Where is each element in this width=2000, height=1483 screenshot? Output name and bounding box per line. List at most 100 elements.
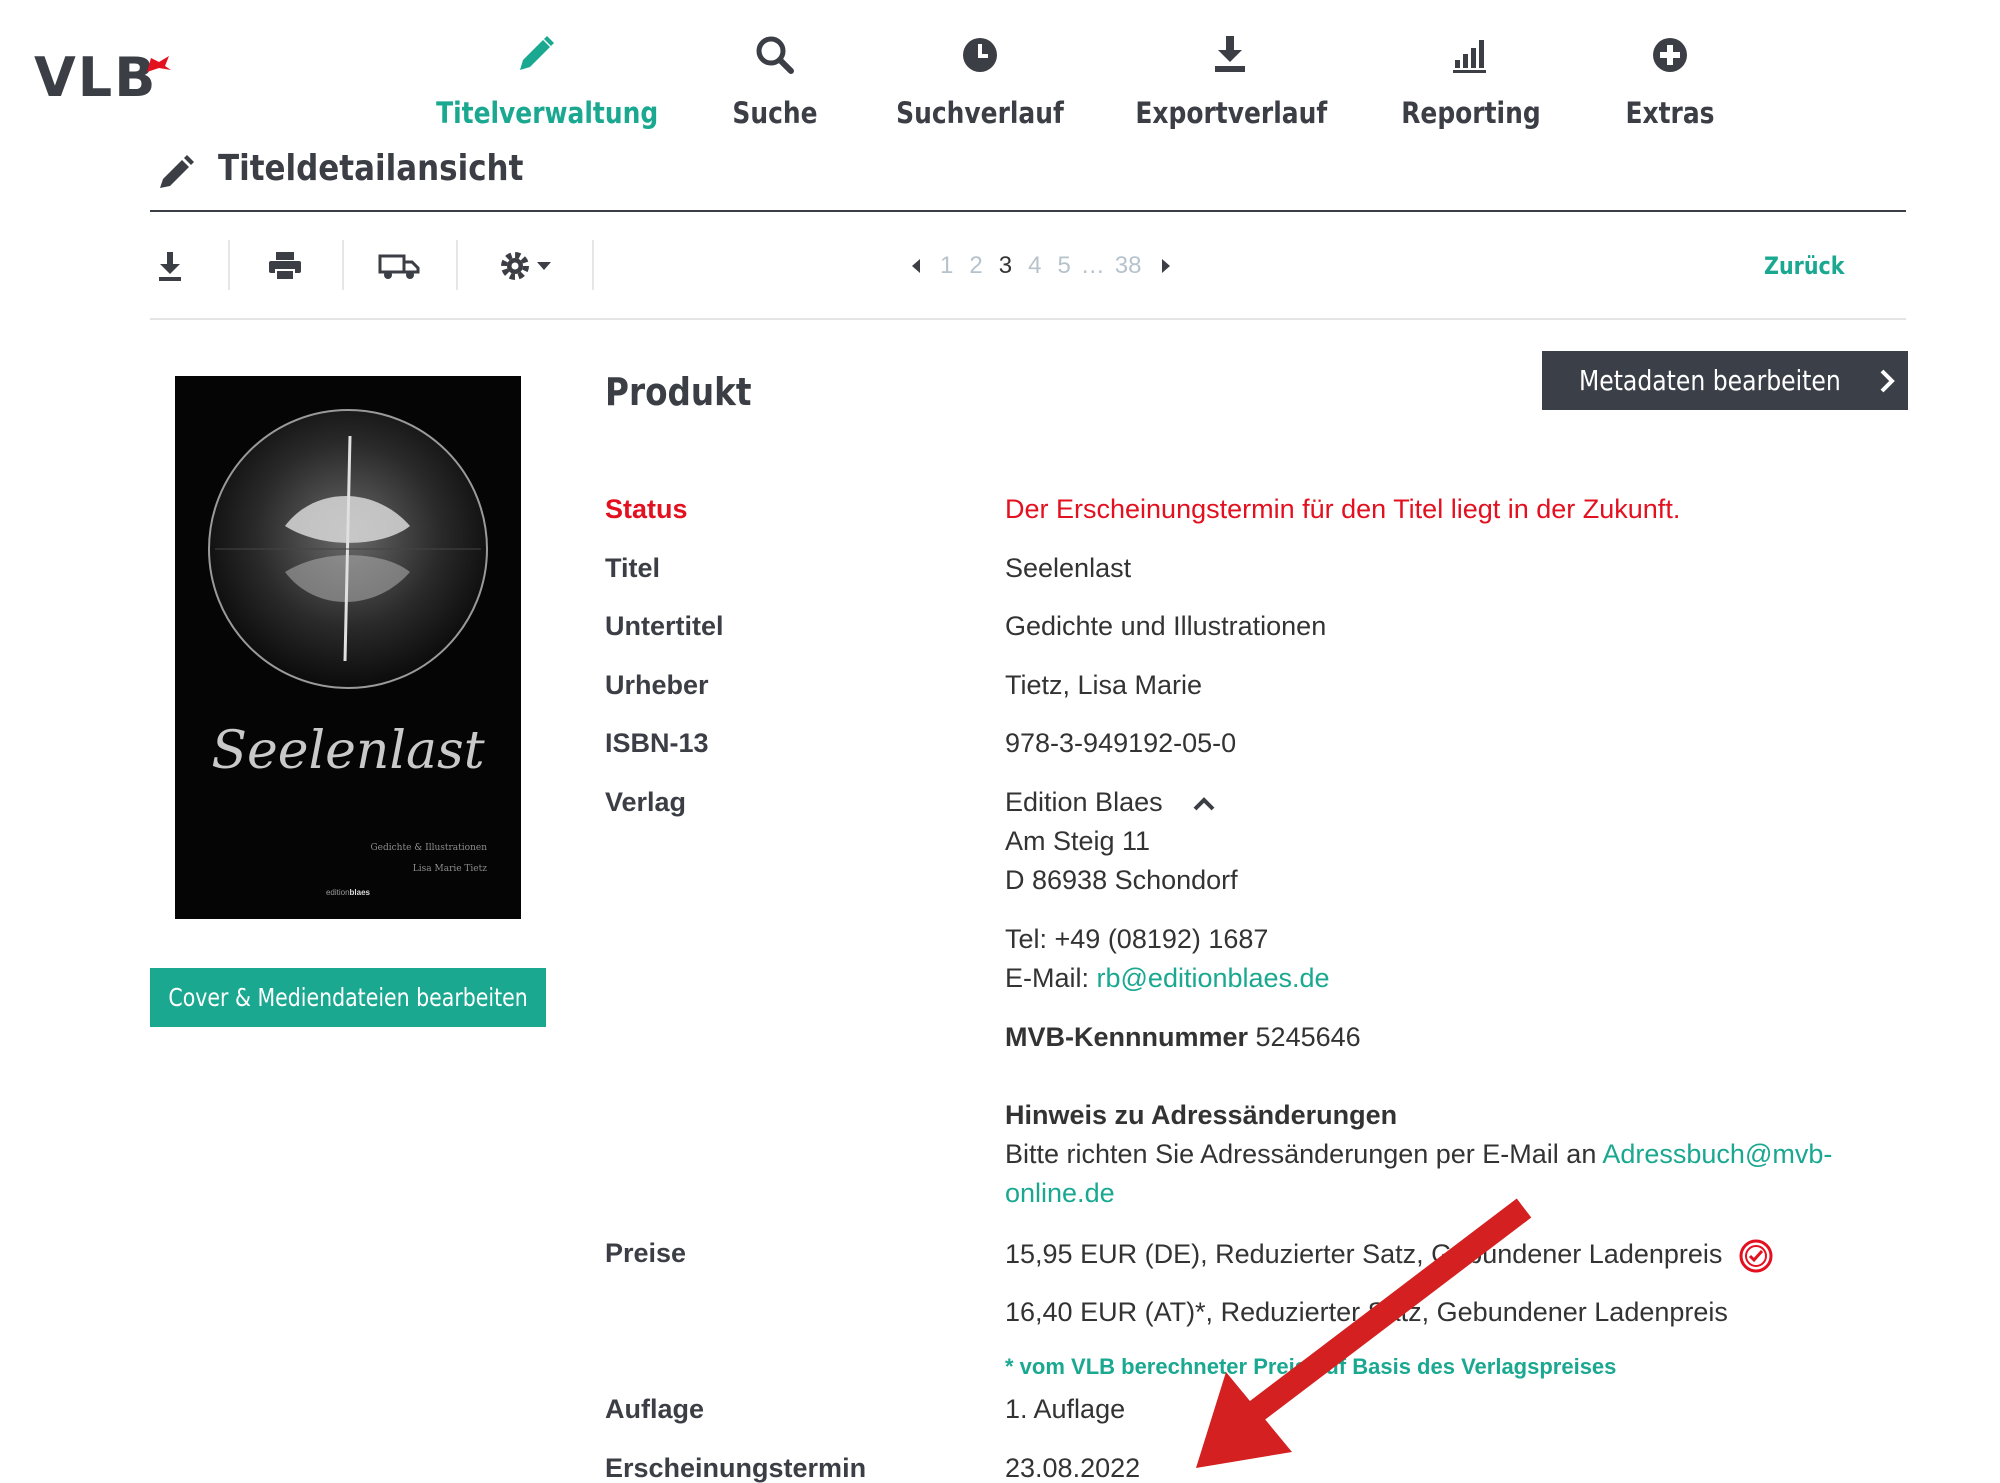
author-value: Tietz, Lisa Marie (1005, 670, 1203, 700)
download-tray-icon (1215, 36, 1245, 72)
product-heading: Produkt (605, 370, 752, 414)
chevron-up-icon[interactable] (1192, 796, 1216, 812)
hint-text-row: Bitte richten Sie Adressänderungen per E… (1005, 1139, 1832, 1170)
toolbar-separator (456, 240, 458, 290)
hint-email-link[interactable]: Adressbuch@mvb- (1602, 1139, 1832, 1169)
caret-left-icon (912, 259, 920, 273)
mvb-row: MVB-Kennnummer 5245646 (1005, 1022, 1361, 1053)
edition-label: Auflage (605, 1394, 705, 1424)
pencil-icon (520, 36, 554, 70)
cover-author: Lisa Marie Tietz (412, 864, 487, 874)
hint-title: Hinweis zu Adressänderungen (1005, 1100, 1398, 1130)
author-label: Urheber (605, 670, 709, 700)
vlb-logo[interactable]: VLB (34, 46, 157, 109)
mvb-label: MVB-Kennnummer (1005, 1022, 1249, 1052)
publisher-tel: Tel: +49 (08192) 1687 (1005, 924, 1269, 954)
caret-right-icon (1161, 259, 1170, 273)
title-label: Titel (605, 553, 661, 583)
chevron-right-icon (1880, 369, 1895, 392)
pagination: 1 2 3 4 5 … 38 (900, 248, 1182, 284)
publisher-city: D 86938 Schondorf (1005, 865, 1238, 895)
page-title: Titeldetailansicht (218, 148, 524, 189)
page-link[interactable]: 4 (1020, 252, 1049, 280)
nav-label: Reporting (1401, 96, 1541, 130)
price-at: 16,40 EUR (AT)*, Reduzierter Satz, Gebun… (1005, 1297, 1728, 1327)
next-page-button[interactable] (1150, 258, 1182, 274)
nav-label: Exportverlauf (1135, 96, 1328, 130)
hint-text: Bitte richten Sie Adressänderungen per E… (1005, 1139, 1603, 1169)
publisher-name-text: Edition Blaes (1005, 787, 1163, 817)
publisher-email-link[interactable]: rb@editionblaes.de (1097, 963, 1330, 993)
edit-metadata-label: Metadaten bearbeiten (1579, 364, 1841, 397)
back-link[interactable]: Zurück (1764, 252, 1845, 280)
nav-suche[interactable]: Suche (705, 30, 845, 130)
publisher-label: Verlag (605, 787, 687, 817)
nav-titelverwaltung[interactable]: Titelverwaltung (420, 30, 659, 130)
gear-icon (501, 252, 529, 280)
plus-circle-icon (1653, 38, 1687, 72)
nav-label: Suchverlauf (896, 96, 1064, 130)
nav-extras[interactable]: Extras (1610, 30, 1730, 130)
nav-label: Titelverwaltung (436, 96, 659, 130)
price-check-icon (1739, 1239, 1773, 1273)
prices-label: Preise (605, 1238, 687, 1268)
nav-label: Extras (1625, 96, 1715, 130)
printer-icon (269, 252, 301, 281)
delivery-button[interactable] (374, 238, 424, 294)
edit-cover-button[interactable]: Cover & Mediendateien bearbeiten (150, 968, 546, 1027)
toolbar-separator (592, 240, 594, 290)
release-label: Erscheinungstermin (605, 1453, 867, 1483)
edition-value: 1. Auflage (1005, 1394, 1126, 1424)
isbn-value: 978-3-949192-05-0 (1005, 728, 1237, 758)
page-link[interactable]: 38 (1107, 252, 1150, 280)
cover-publisher: editionblaes (175, 888, 521, 897)
page-link[interactable]: 5 (1049, 252, 1078, 280)
page-link[interactable]: 2 (961, 252, 990, 280)
nav-suchverlauf[interactable]: Suchverlauf (880, 30, 1080, 130)
download-icon (159, 252, 181, 281)
search-icon (756, 36, 794, 74)
prev-page-button[interactable] (900, 258, 932, 274)
bar-chart-icon (1453, 40, 1486, 73)
logo-flag-icon (147, 56, 171, 72)
nav-exportverlauf[interactable]: Exportverlauf (1120, 30, 1340, 130)
edit-metadata-button[interactable]: Metadaten bearbeiten (1542, 351, 1908, 410)
price-note: * vom VLB berechneter Preis auf Basis de… (1005, 1354, 1617, 1379)
cover-publisher-bold: blaes (349, 888, 371, 897)
cover-title: Seelenlast (211, 721, 485, 781)
status-label: Status (605, 494, 688, 524)
subtitle-value: Gedichte und Illustrationen (1005, 611, 1327, 641)
edit-cover-label: Cover & Mediendateien bearbeiten (168, 983, 528, 1012)
page-link-current[interactable]: 3 (991, 252, 1020, 280)
book-cover: Seelenlast Gedichte & Illustrationen Lis… (175, 376, 521, 919)
publisher-name: Edition Blaes (1005, 787, 1216, 818)
subtitle-label: Untertitel (605, 611, 724, 641)
download-button[interactable] (150, 238, 190, 294)
status-value: Der Erscheinungstermin für den Titel lie… (1005, 494, 1681, 524)
nav-label: Suche (732, 96, 818, 130)
mvb-value: 5245646 (1255, 1022, 1361, 1052)
publisher-street: Am Steig 11 (1005, 826, 1151, 856)
clock-icon (963, 38, 997, 72)
page-link[interactable]: 1 (932, 252, 961, 280)
hint-email-link-cont[interactable]: online.de (1005, 1178, 1115, 1209)
cover-illustration (208, 409, 488, 689)
toolbar-separator (228, 240, 230, 290)
truck-icon (378, 254, 420, 279)
price-de-row: 15,95 EUR (DE), Reduzierter Satz, Gebund… (1005, 1238, 1774, 1274)
email-prefix: E-Mail: (1005, 963, 1097, 993)
title-divider (150, 210, 1906, 212)
cover-publisher-prefix: edition (325, 888, 350, 897)
toolbar-divider (150, 318, 1906, 320)
pencil-icon (160, 155, 194, 188)
toolbar-separator (342, 240, 344, 290)
cover-subtitle-text: Gedichte & Illustrationen (370, 843, 487, 853)
price-de: 15,95 EUR (DE), Reduzierter Satz, Gebund… (1005, 1239, 1723, 1270)
page-ellipsis: … (1080, 252, 1105, 279)
release-value: 23.08.2022 (1005, 1453, 1141, 1483)
print-button[interactable] (262, 238, 308, 294)
isbn-label: ISBN-13 (605, 728, 709, 758)
cover-subtitle: Gedichte & Illustrationen Lisa Marie Tie… (370, 838, 487, 880)
settings-dropdown[interactable] (490, 238, 560, 294)
nav-reporting[interactable]: Reporting (1390, 30, 1550, 130)
